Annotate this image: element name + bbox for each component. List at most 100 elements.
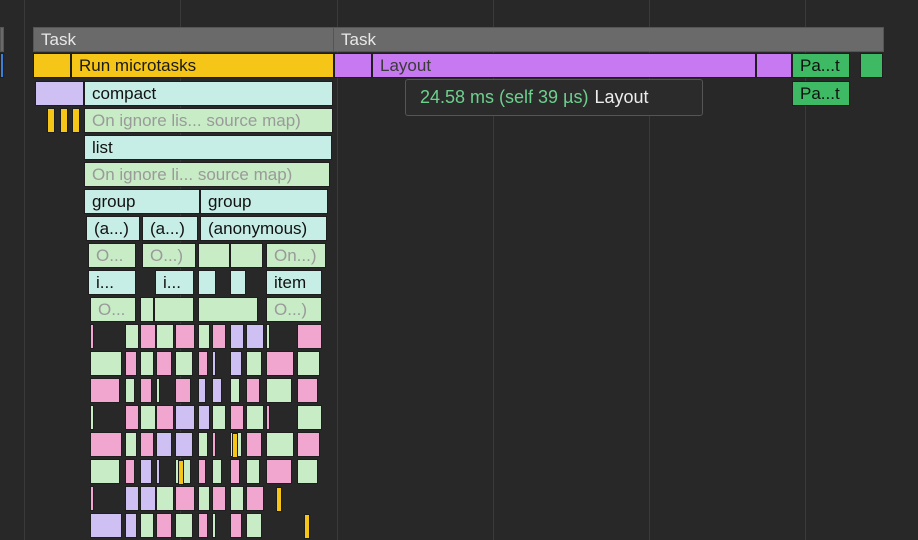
flame-block[interactable]	[140, 297, 154, 322]
flame-block[interactable]	[266, 405, 270, 430]
flame-block[interactable]	[198, 270, 216, 295]
flame-block[interactable]	[232, 433, 238, 458]
compact-block[interactable]: compact	[84, 81, 333, 106]
flame-block[interactable]	[140, 378, 152, 403]
flame-block[interactable]	[266, 351, 294, 376]
flame-block[interactable]	[140, 351, 154, 376]
flame-block[interactable]	[90, 324, 94, 349]
flame-block[interactable]	[246, 351, 262, 376]
ignore-list-block[interactable]: O...)	[142, 243, 196, 268]
flame-block[interactable]	[175, 351, 193, 376]
group-block[interactable]: group	[84, 189, 200, 214]
item-block[interactable]: item	[266, 270, 322, 295]
flame-block[interactable]	[297, 432, 320, 457]
flame-block[interactable]	[230, 459, 240, 484]
flame-block[interactable]	[125, 459, 135, 484]
flame-block[interactable]	[230, 324, 244, 349]
layout-block[interactable]: Layout	[372, 53, 756, 78]
run-microtasks-block[interactable]: Run microtasks	[71, 53, 334, 78]
flame-block[interactable]	[125, 432, 137, 457]
flame-block[interactable]	[334, 53, 372, 78]
flame-block[interactable]	[198, 324, 210, 349]
flame-block[interactable]	[156, 405, 174, 430]
flame-block[interactable]	[212, 324, 226, 349]
flame-block[interactable]	[175, 324, 195, 349]
item-block[interactable]: i...	[155, 270, 194, 295]
paint-block[interactable]: Pa...t	[792, 81, 850, 106]
flame-block[interactable]	[246, 378, 260, 403]
flame-block[interactable]	[212, 351, 216, 376]
flame-block[interactable]	[756, 53, 792, 78]
flame-block[interactable]	[297, 378, 318, 403]
flame-block[interactable]	[90, 486, 94, 511]
flame-block[interactable]	[198, 243, 230, 268]
flame-block[interactable]	[35, 81, 84, 106]
ignore-list-block[interactable]: On...)	[266, 243, 326, 268]
flame-block[interactable]	[212, 378, 222, 403]
list-block[interactable]: list	[84, 135, 332, 160]
flame-block[interactable]	[140, 513, 154, 538]
flame-block[interactable]	[0, 53, 4, 78]
flame-block[interactable]	[90, 513, 122, 538]
flame-block[interactable]	[266, 459, 292, 484]
flame-block[interactable]	[178, 460, 184, 485]
ignore-list-block[interactable]: O...)	[266, 297, 322, 322]
flame-block[interactable]	[156, 486, 174, 511]
flame-block[interactable]	[125, 405, 139, 430]
flame-block[interactable]	[297, 351, 320, 376]
anonymous-block[interactable]: (a...)	[142, 216, 198, 241]
flame-block[interactable]	[125, 351, 137, 376]
flame-block[interactable]	[175, 432, 193, 457]
ignore-list-block[interactable]: On ignore lis... source map)	[84, 108, 333, 133]
flame-block[interactable]	[156, 513, 172, 538]
ignore-list-block[interactable]: On ignore li... source map)	[84, 162, 330, 187]
paint-block[interactable]: Pa...t	[792, 53, 850, 78]
flame-block[interactable]	[90, 405, 94, 430]
ignore-list-block[interactable]: O...	[90, 297, 136, 322]
flame-block[interactable]	[175, 513, 193, 538]
flame-block[interactable]	[230, 513, 242, 538]
flame-block[interactable]	[140, 459, 152, 484]
flame-block[interactable]	[198, 297, 258, 322]
flame-block[interactable]	[90, 378, 120, 403]
flame-block[interactable]	[230, 405, 244, 430]
flame-block[interactable]	[212, 513, 216, 538]
task-bar[interactable]: Task	[33, 27, 334, 52]
flame-block[interactable]	[156, 324, 174, 349]
flame-block[interactable]	[266, 324, 270, 349]
flame-block[interactable]	[246, 324, 264, 349]
flame-block[interactable]	[198, 351, 208, 376]
flame-block[interactable]	[297, 459, 318, 484]
flame-block[interactable]	[156, 459, 160, 484]
flame-block[interactable]	[230, 243, 263, 268]
flame-block[interactable]	[140, 486, 156, 511]
flame-block[interactable]	[212, 432, 216, 457]
flame-block[interactable]	[198, 513, 208, 538]
flame-block[interactable]	[125, 378, 135, 403]
task-bar[interactable]: Task	[333, 27, 884, 52]
flame-block[interactable]	[304, 514, 310, 539]
anonymous-block[interactable]: (a...)	[86, 216, 140, 241]
flame-block[interactable]	[198, 378, 206, 403]
flame-block[interactable]	[198, 486, 210, 511]
ignore-list-block[interactable]: O...	[88, 243, 136, 268]
flame-block[interactable]	[230, 486, 244, 511]
flame-block[interactable]	[212, 405, 226, 430]
flame-block[interactable]	[125, 324, 139, 349]
flame-block[interactable]	[90, 459, 120, 484]
flame-block[interactable]	[276, 487, 282, 512]
flame-block[interactable]	[297, 324, 322, 349]
flame-block[interactable]	[198, 459, 206, 484]
flame-block[interactable]	[230, 270, 246, 295]
anonymous-block[interactable]: (anonymous)	[200, 216, 327, 241]
group-block[interactable]: group	[200, 189, 328, 214]
flame-block[interactable]	[246, 486, 264, 511]
flame-block[interactable]	[246, 432, 262, 457]
flame-block[interactable]	[175, 378, 191, 403]
flame-block[interactable]	[156, 378, 160, 403]
flame-block[interactable]	[33, 53, 71, 78]
flame-block[interactable]	[266, 432, 294, 457]
flame-block[interactable]	[125, 513, 137, 538]
flame-block[interactable]	[860, 53, 883, 78]
flame-block[interactable]	[175, 405, 195, 430]
